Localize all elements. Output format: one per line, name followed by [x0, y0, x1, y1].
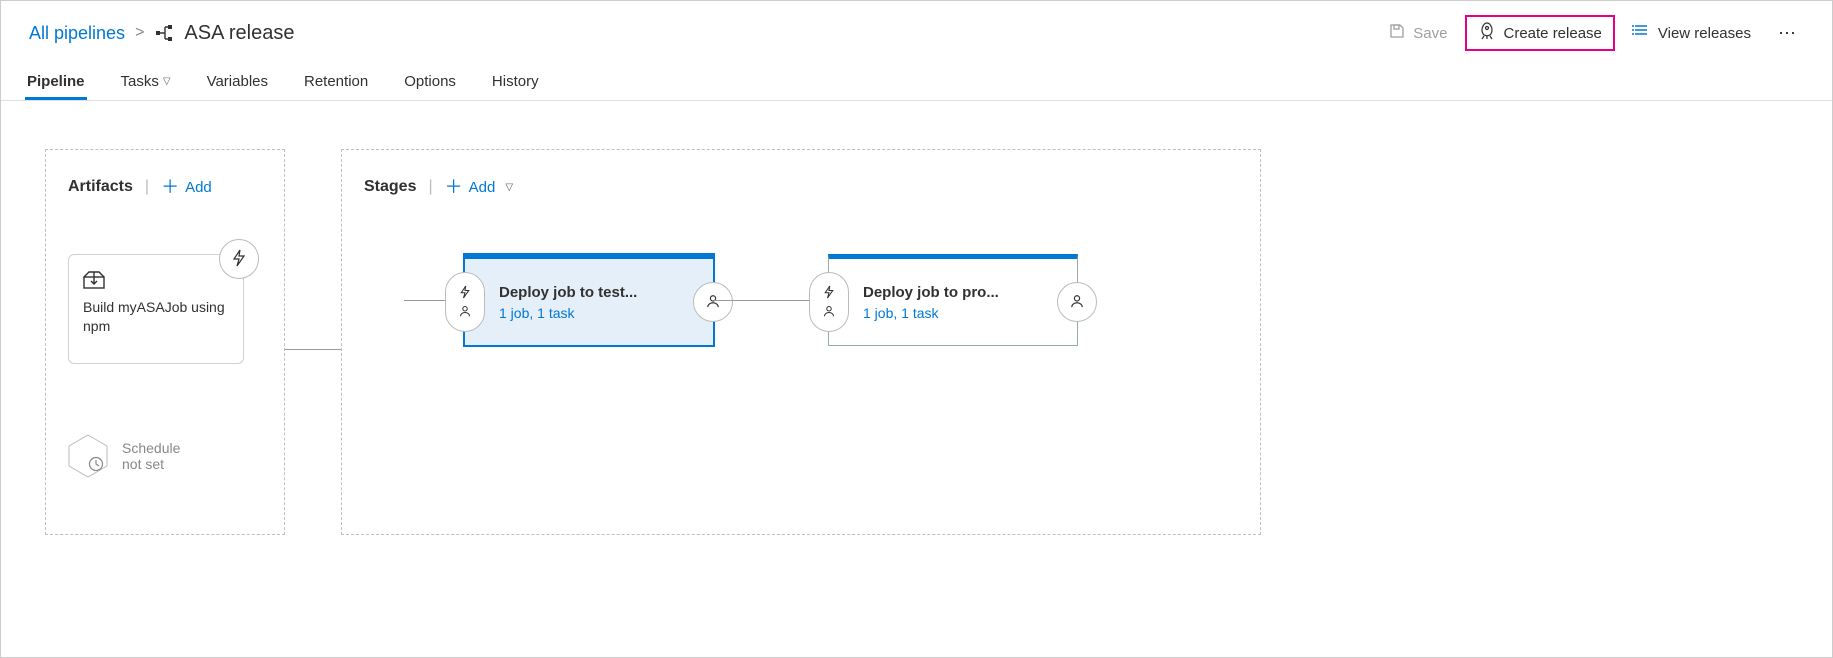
- rocket-icon: [1478, 22, 1496, 44]
- save-icon: [1389, 23, 1405, 43]
- stage-pre-conditions-button[interactable]: [809, 272, 849, 332]
- plus-icon: ＋: [445, 178, 463, 196]
- breadcrumb-separator: >: [135, 24, 144, 42]
- package-icon: [83, 269, 229, 292]
- create-release-label: Create release: [1504, 25, 1602, 42]
- artifact-card[interactable]: Build myASAJob using npm: [68, 254, 244, 364]
- divider: |: [145, 178, 149, 196]
- artifact-trigger-button[interactable]: [219, 239, 259, 279]
- tab-retention[interactable]: Retention: [302, 61, 370, 100]
- tab-options[interactable]: Options: [402, 61, 458, 100]
- lightning-icon: [459, 285, 471, 302]
- add-stage-label: Add: [469, 179, 496, 196]
- stage-post-conditions-button[interactable]: [693, 282, 733, 322]
- tab-history[interactable]: History: [490, 61, 541, 100]
- divider: |: [428, 178, 432, 196]
- tab-bar: Pipeline Tasks▽ Variables Retention Opti…: [1, 61, 1832, 101]
- list-icon: [1632, 22, 1650, 44]
- breadcrumb-root[interactable]: All pipelines: [29, 23, 125, 44]
- tab-tasks[interactable]: Tasks▽: [119, 61, 173, 100]
- chevron-down-icon: ▽: [163, 76, 171, 87]
- more-menu-button[interactable]: ⋯: [1768, 19, 1808, 48]
- stage-tasks-link[interactable]: 1 job, 1 task: [863, 305, 999, 321]
- stage-card[interactable]: Deploy job to test... 1 job, 1 task: [464, 254, 714, 346]
- page-title: ASA release: [184, 22, 294, 45]
- person-icon: [823, 304, 835, 320]
- plus-icon: ＋: [161, 178, 179, 196]
- view-releases-label: View releases: [1658, 25, 1751, 42]
- person-icon: [459, 304, 471, 320]
- lightning-icon: [823, 285, 835, 302]
- chevron-down-icon: ▽: [505, 182, 513, 193]
- connector-line: [285, 349, 341, 350]
- schedule-label-line2: not set: [122, 456, 180, 472]
- stage-post-conditions-button[interactable]: [1057, 282, 1097, 322]
- tab-variables[interactable]: Variables: [205, 61, 270, 100]
- stage-name: Deploy job to pro...: [863, 284, 999, 301]
- add-artifact-button[interactable]: ＋ Add: [161, 178, 212, 196]
- stages-heading: Stages: [364, 178, 416, 196]
- stages-panel: Stages | ＋ Add ▽ Deploy job to test... 1…: [341, 149, 1261, 535]
- save-label: Save: [1413, 25, 1447, 42]
- save-button: Save: [1376, 16, 1460, 50]
- add-stage-button[interactable]: ＋ Add ▽: [445, 178, 513, 196]
- person-icon: [1070, 294, 1084, 311]
- lightning-icon: [231, 249, 247, 270]
- person-icon: [706, 294, 720, 311]
- pipeline-icon: [154, 23, 174, 43]
- stage-tasks-link[interactable]: 1 job, 1 task: [499, 305, 637, 321]
- create-release-button[interactable]: Create release: [1465, 15, 1615, 51]
- artifacts-panel: Artifacts | ＋ Add Build myASAJob using n…: [45, 149, 285, 535]
- view-releases-button[interactable]: View releases: [1619, 15, 1764, 51]
- stage-name: Deploy job to test...: [499, 284, 637, 301]
- stage-card[interactable]: Deploy job to pro... 1 job, 1 task: [828, 254, 1078, 346]
- artifacts-heading: Artifacts: [68, 178, 133, 196]
- schedule-label-line1: Schedule: [122, 440, 180, 456]
- schedule-badge[interactable]: Schedule not set: [68, 434, 262, 478]
- stage-pre-conditions-button[interactable]: [445, 272, 485, 332]
- add-artifact-label: Add: [185, 179, 212, 196]
- artifact-title: Build myASAJob using npm: [83, 298, 229, 336]
- tab-pipeline[interactable]: Pipeline: [25, 61, 87, 100]
